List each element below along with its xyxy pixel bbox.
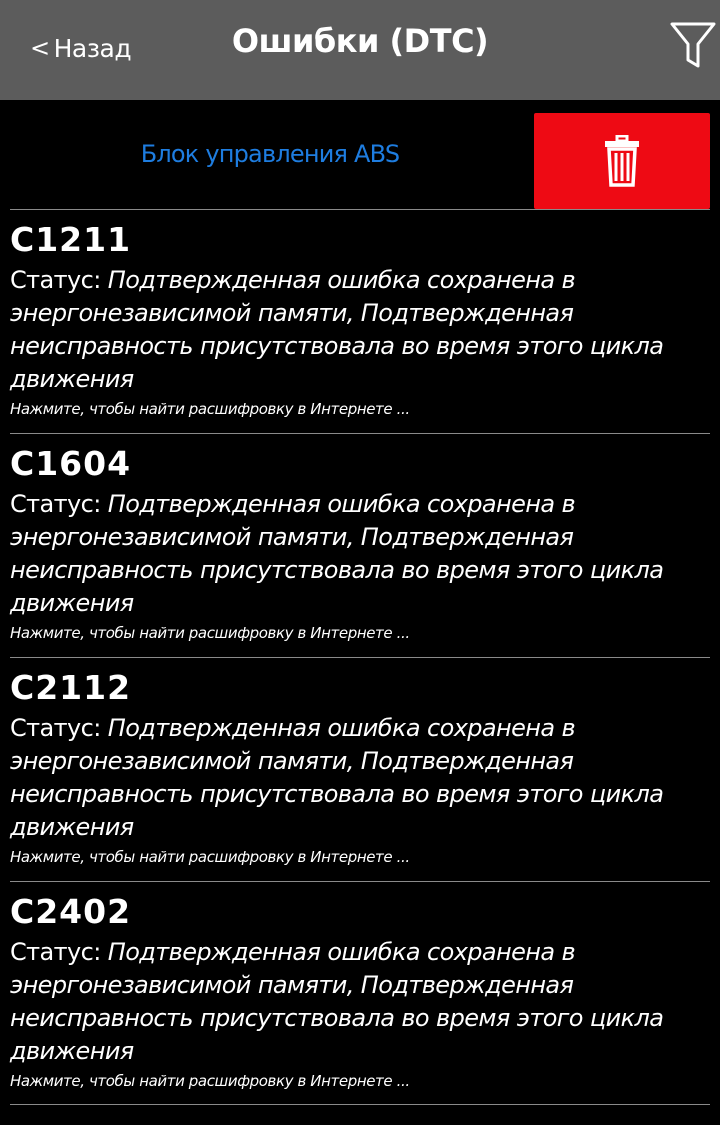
module-label: Блок управления ABS: [140, 140, 400, 168]
top-bar: < Назад Ошибки (DTC): [0, 0, 720, 100]
dtc-status: Статус: Подтвержденная ошибка сохранена …: [10, 712, 700, 844]
status-value: Подтвержденная ошибка сохранена в энерго…: [10, 490, 664, 617]
status-label: Статус:: [10, 266, 108, 294]
dtc-code: C2112: [10, 668, 132, 707]
module-bar: Блок управления ABS: [0, 100, 720, 210]
dtc-list: C1211 Статус: Подтвержденная ошибка сохр…: [10, 209, 710, 1105]
delete-button[interactable]: [534, 113, 710, 209]
dtc-status: Статус: Подтвержденная ошибка сохранена …: [10, 936, 700, 1068]
list-item[interactable]: C2402 Статус: Подтвержденная ошибка сохр…: [10, 881, 710, 1105]
search-hint: Нажмите, чтобы найти расшифровку в Интер…: [10, 848, 410, 866]
search-hint: Нажмите, чтобы найти расшифровку в Интер…: [10, 400, 410, 418]
chevron-left-icon: <: [30, 34, 50, 62]
search-hint: Нажмите, чтобы найти расшифровку в Интер…: [10, 1072, 410, 1090]
search-hint: Нажмите, чтобы найти расшифровку в Интер…: [10, 624, 410, 642]
status-value: Подтвержденная ошибка сохранена в энерго…: [10, 938, 664, 1065]
list-item[interactable]: C1211 Статус: Подтвержденная ошибка сохр…: [10, 209, 710, 433]
status-label: Статус:: [10, 938, 108, 966]
dtc-code: C1604: [10, 444, 132, 483]
list-item[interactable]: C2112 Статус: Подтвержденная ошибка сохр…: [10, 657, 710, 881]
status-label: Статус:: [10, 490, 108, 518]
back-label: Назад: [53, 33, 132, 63]
status-value: Подтвержденная ошибка сохранена в энерго…: [10, 714, 664, 841]
trash-icon: [605, 135, 639, 187]
dtc-code: C2402: [10, 892, 132, 931]
filter-icon[interactable]: [670, 20, 716, 70]
dtc-status: Статус: Подтвержденная ошибка сохранена …: [10, 488, 700, 620]
status-label: Статус:: [10, 714, 108, 742]
list-item[interactable]: C1604 Статус: Подтвержденная ошибка сохр…: [10, 433, 710, 657]
dtc-status: Статус: Подтвержденная ошибка сохранена …: [10, 264, 700, 396]
status-value: Подтвержденная ошибка сохранена в энерго…: [10, 266, 664, 393]
dtc-code: C1211: [10, 220, 132, 259]
back-button[interactable]: < Назад: [30, 28, 132, 68]
